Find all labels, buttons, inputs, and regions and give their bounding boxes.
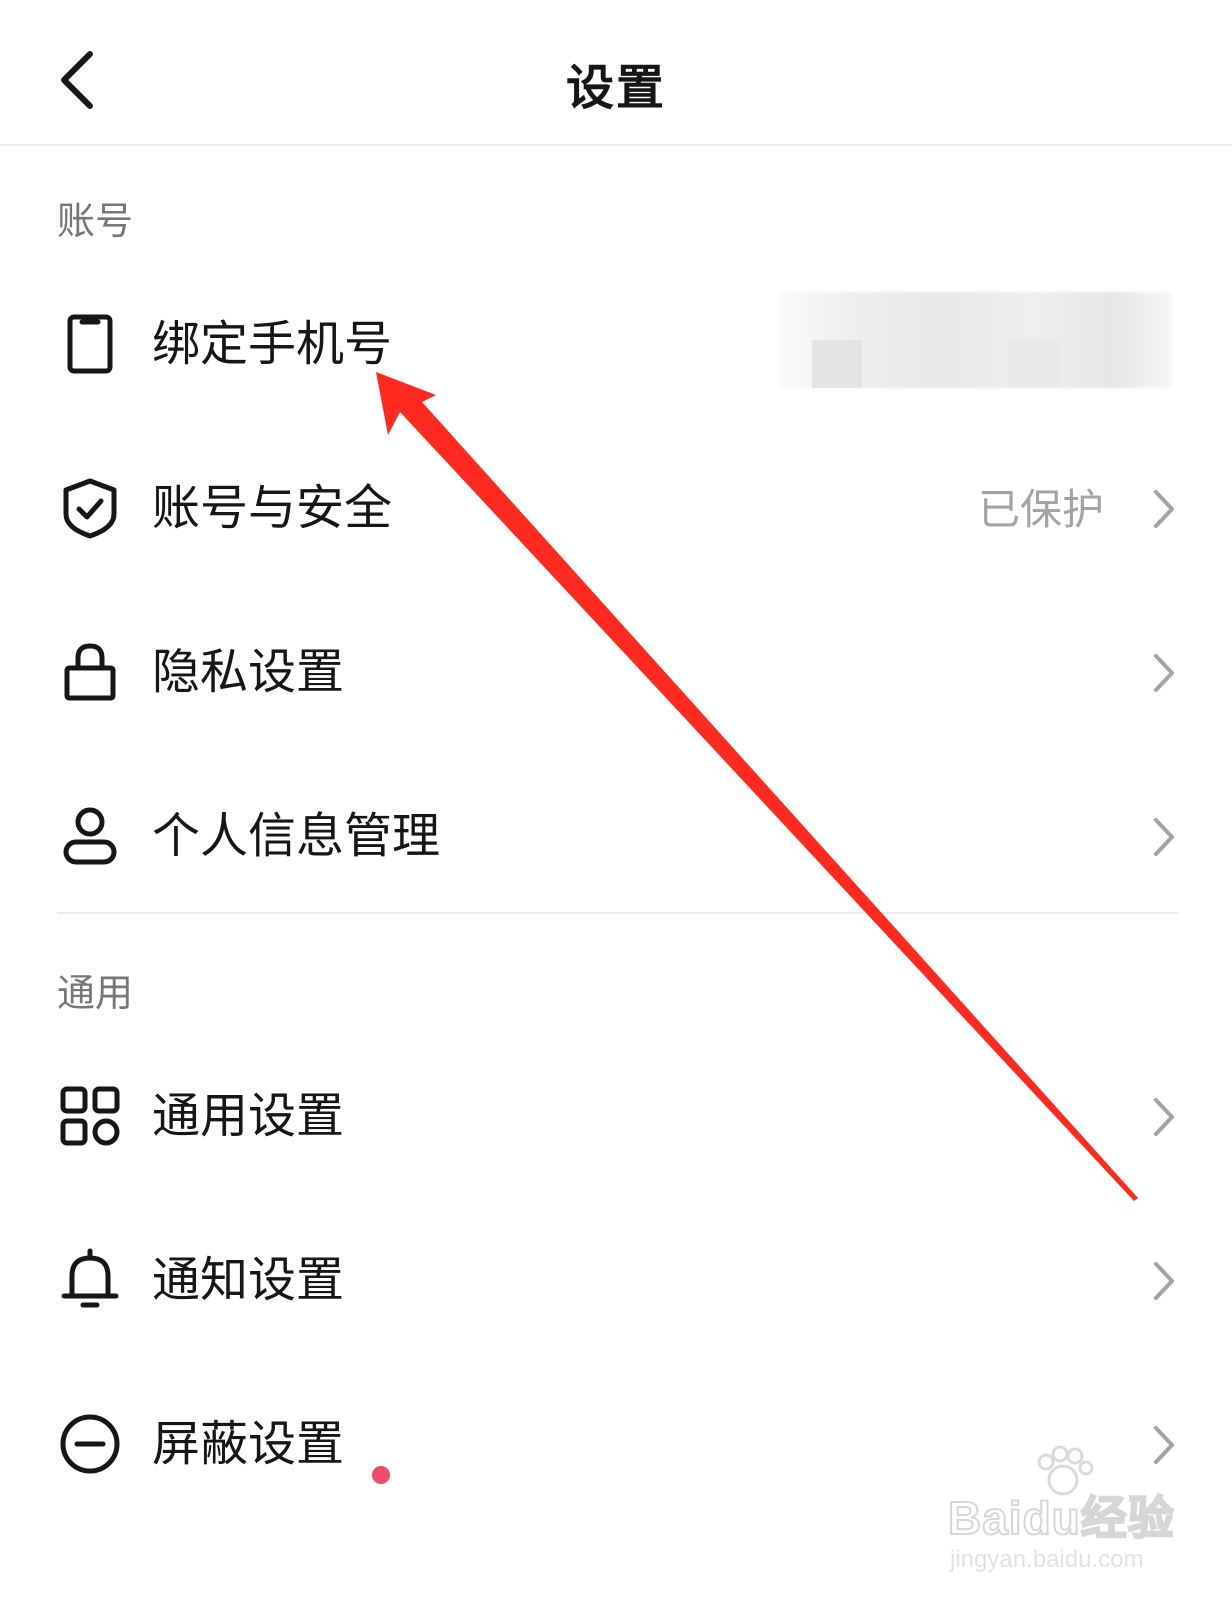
section-title-account: 账号 xyxy=(57,199,134,243)
phone-icon xyxy=(67,314,113,374)
chevron-right-icon xyxy=(1154,1098,1174,1136)
new-badge-dot xyxy=(372,1466,390,1484)
protection-status: 已保护 xyxy=(977,485,1104,534)
section-title-general: 通用 xyxy=(57,971,134,1015)
lock-icon xyxy=(64,643,116,701)
baidu-jingyan-watermark: Baidu经验 jingyan.baidu.com xyxy=(947,1445,1218,1588)
settings-row-general[interactable]: 通用设置 xyxy=(0,1040,1232,1190)
page-title: 设置 xyxy=(565,60,666,116)
settings-row-label: 个人信息管理 xyxy=(152,808,441,864)
minus-circle-icon xyxy=(60,1414,120,1474)
settings-row-account-security[interactable]: 账号与安全 已保护 xyxy=(0,432,1232,582)
settings-row-privacy[interactable]: 隐私设置 xyxy=(0,596,1232,746)
chevron-right-icon xyxy=(1154,1426,1174,1464)
settings-row-label: 隐私设置 xyxy=(152,644,345,700)
redacted-phone-cell xyxy=(812,340,862,388)
section-divider xyxy=(57,912,1179,914)
settings-row-label: 账号与安全 xyxy=(152,480,393,536)
person-icon xyxy=(63,807,117,865)
grid-icon xyxy=(60,1086,120,1146)
settings-row-label: 通用设置 xyxy=(152,1088,345,1144)
settings-row-label: 屏蔽设置 xyxy=(152,1416,345,1472)
chevron-right-icon xyxy=(1154,818,1174,856)
settings-row-notifications[interactable]: 通知设置 xyxy=(0,1204,1232,1354)
chevron-right-icon xyxy=(1154,1262,1174,1300)
settings-row-label: 绑定手机号 xyxy=(152,316,393,372)
top-bar: 设置 xyxy=(0,0,1232,146)
watermark-brand: Baidu经验 xyxy=(947,1491,1175,1545)
watermark-url: jingyan.baidu.com xyxy=(950,1546,1144,1573)
settings-row-personal-info[interactable]: 个人信息管理 xyxy=(0,760,1232,910)
settings-row-label: 通知设置 xyxy=(152,1252,345,1308)
chevron-right-icon xyxy=(1154,654,1174,692)
bell-icon xyxy=(61,1248,119,1308)
redacted-phone-cell xyxy=(1008,340,1058,388)
shield-check-icon xyxy=(63,478,117,539)
chevron-right-icon xyxy=(1154,490,1174,528)
